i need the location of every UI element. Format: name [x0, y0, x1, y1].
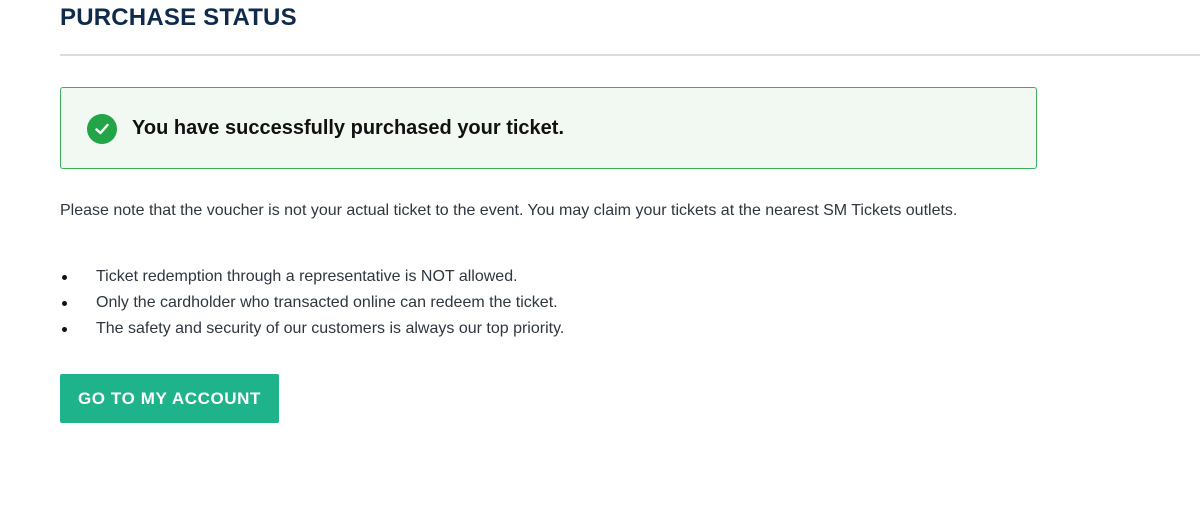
title-divider [60, 54, 1200, 56]
bullet-icon [62, 327, 67, 332]
rule-text: Ticket redemption through a representati… [96, 268, 518, 285]
bullet-icon [62, 275, 67, 280]
rule-text: The safety and security of our customers… [96, 320, 565, 337]
rule-text: Only the cardholder who transacted onlin… [96, 294, 558, 311]
redemption-rules-list: Ticket redemption through a representati… [60, 264, 564, 342]
go-to-my-account-button[interactable]: GO TO MY ACCOUNT [60, 374, 279, 423]
list-item: Ticket redemption through a representati… [60, 264, 564, 290]
bullet-icon [62, 301, 67, 306]
page-title: PURCHASE STATUS [60, 4, 297, 31]
purchase-status-page: PURCHASE STATUS You have successfully pu… [0, 0, 1200, 529]
success-alert: You have successfully purchased your tic… [60, 87, 1037, 169]
check-circle-icon [87, 114, 117, 144]
success-message: You have successfully purchased your tic… [132, 117, 565, 139]
voucher-note: Please note that the voucher is not your… [60, 202, 958, 219]
list-item: The safety and security of our customers… [60, 316, 564, 342]
list-item: Only the cardholder who transacted onlin… [60, 290, 564, 316]
